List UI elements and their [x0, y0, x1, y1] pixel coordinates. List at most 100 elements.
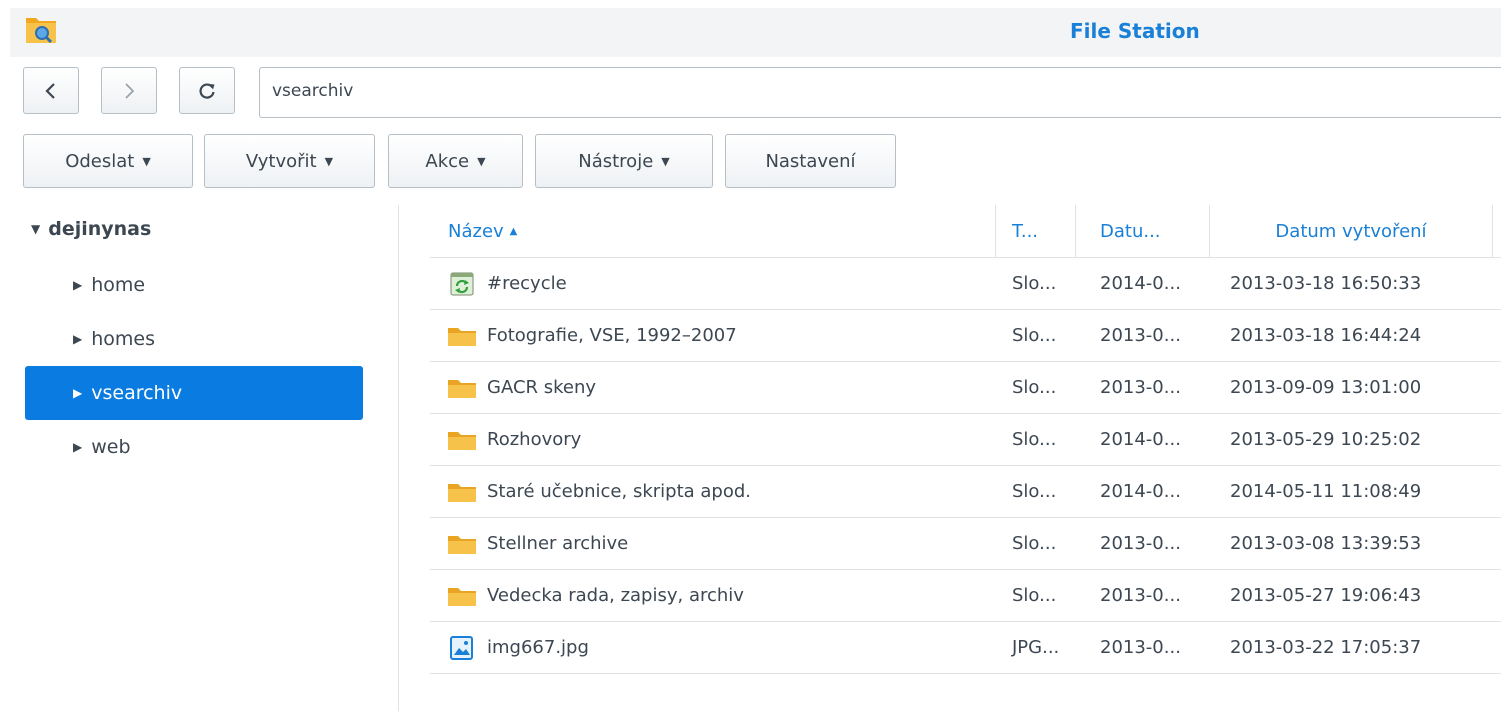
file-name: Stellner archive	[487, 533, 629, 554]
file-type: JPG...	[1012, 637, 1060, 658]
file-name: Rozhovory	[487, 429, 582, 450]
file-modified: 2013-0...	[1100, 325, 1181, 346]
collapsed-triangle-icon: ▶	[73, 440, 83, 454]
caret-down-icon: ▼	[324, 154, 334, 168]
tools-button[interactable]: Nástroje ▼	[535, 134, 713, 188]
file-type: Slo...	[1012, 273, 1057, 294]
table-row[interactable]: img667.jpg JPG... 2013-0... 2013-03-22 1…	[430, 622, 1501, 674]
folder-icon	[448, 536, 476, 554]
folder-icon	[448, 484, 476, 502]
settings-button[interactable]: Nastavení	[725, 134, 896, 188]
file-name: GACR skeny	[487, 377, 597, 398]
file-modified: 2014-0...	[1100, 429, 1181, 450]
refresh-button[interactable]	[179, 67, 235, 114]
file-name: img667.jpg	[487, 637, 589, 658]
file-name: #recycle	[487, 273, 567, 294]
folder-icon	[448, 432, 476, 450]
file-type: Slo...	[1012, 481, 1057, 502]
sidebar-root-label: dejinynas	[48, 218, 152, 240]
column-header-type[interactable]: T...	[1012, 205, 1072, 257]
file-type: Slo...	[1012, 325, 1057, 346]
sort-ascending-icon: ▲	[509, 225, 518, 237]
file-created: 2013-03-18 16:50:33	[1230, 273, 1422, 294]
file-modified: 2013-0...	[1100, 377, 1181, 398]
sidebar-item-web[interactable]: ▶ web	[25, 420, 363, 474]
sidebar-item-label: vsearchiv	[91, 382, 183, 404]
back-button[interactable]	[23, 67, 79, 114]
upload-label: Odeslat	[65, 150, 135, 172]
action-label: Akce	[425, 150, 470, 172]
folder-icon	[448, 380, 476, 398]
file-modified: 2013-0...	[1100, 637, 1181, 658]
sidebar-item-label: homes	[91, 328, 155, 350]
table-row[interactable]: Stellner archive Slo... 2013-0... 2013-0…	[430, 518, 1501, 570]
column-header-label: T...	[1012, 220, 1039, 242]
caret-down-icon: ▼	[142, 154, 151, 168]
sidebar-item-homes[interactable]: ▶ homes	[25, 312, 363, 366]
forward-button[interactable]	[101, 67, 157, 114]
file-name: Staré učebnice, skripta apod.	[487, 481, 751, 502]
sidebar-item-home[interactable]: ▶ home	[25, 258, 363, 312]
file-type: Slo...	[1012, 377, 1057, 398]
file-created: 2013-03-08 13:39:53	[1230, 533, 1422, 554]
file-created: 2013-09-09 13:01:00	[1230, 377, 1422, 398]
column-header-modified[interactable]: Datu...	[1100, 205, 1200, 257]
file-created: 2014-05-11 11:08:49	[1230, 481, 1422, 502]
table-row[interactable]: Fotografie, VSE, 1992–2007 Slo... 2013-0…	[430, 310, 1501, 362]
create-label: Vytvořit	[245, 150, 317, 172]
file-modified: 2014-0...	[1100, 273, 1181, 294]
path-bar[interactable]	[259, 67, 1501, 118]
file-type: Slo...	[1012, 585, 1057, 606]
chevron-left-icon	[45, 82, 55, 99]
file-name: Fotografie, VSE, 1992–2007	[487, 325, 737, 346]
image-file-icon	[450, 636, 473, 660]
file-type: Slo...	[1012, 429, 1057, 450]
sidebar-root[interactable]: ▼ dejinynas	[31, 218, 151, 240]
create-button[interactable]: Vytvořit ▼	[204, 134, 375, 188]
file-name: Vedecka rada, zapisy, archiv	[487, 585, 744, 606]
title-bar: File Station	[10, 8, 1501, 57]
folder-icon	[448, 328, 476, 346]
collapsed-triangle-icon: ▶	[73, 386, 83, 400]
column-divider[interactable]	[995, 205, 996, 257]
sidebar-item-label: home	[91, 274, 146, 296]
action-button[interactable]: Akce ▼	[388, 134, 523, 188]
caret-down-icon: ▼	[477, 154, 486, 168]
column-header-label: Datu...	[1100, 220, 1161, 242]
column-header-created[interactable]: Datum vytvoření	[1210, 205, 1492, 257]
column-header-label: Název	[448, 220, 504, 242]
column-header-name[interactable]: Název ▲	[448, 205, 988, 257]
collapsed-triangle-icon: ▶	[73, 278, 83, 292]
table-row[interactable]: #recycle Slo... 2014-0... 2013-03-18 16:…	[430, 258, 1501, 310]
settings-label: Nastavení	[765, 150, 856, 172]
path-input[interactable]	[272, 81, 1472, 101]
table-row[interactable]: Vedecka rada, zapisy, archiv Slo... 2013…	[430, 570, 1501, 622]
file-created: 2013-03-18 16:44:24	[1230, 325, 1422, 346]
sidebar-item-label: web	[91, 436, 131, 458]
window-title: File Station	[1070, 19, 1200, 43]
collapsed-triangle-icon: ▶	[73, 332, 83, 346]
file-created: 2013-03-22 17:05:37	[1230, 637, 1422, 658]
upload-button[interactable]: Odeslat ▼	[23, 134, 193, 188]
expanded-triangle-icon: ▼	[31, 222, 41, 236]
column-divider[interactable]	[1075, 205, 1076, 257]
file-station-icon	[26, 18, 56, 44]
file-type: Slo...	[1012, 533, 1057, 554]
panel-splitter[interactable]	[398, 205, 399, 711]
file-modified: 2013-0...	[1100, 585, 1181, 606]
refresh-icon	[199, 82, 215, 99]
column-divider[interactable]	[1492, 205, 1493, 257]
file-modified: 2013-0...	[1100, 533, 1181, 554]
table-row[interactable]: Staré učebnice, skripta apod. Slo... 201…	[430, 466, 1501, 518]
chevron-right-icon	[125, 82, 135, 99]
table-row[interactable]: GACR skeny Slo... 2013-0... 2013-09-09 1…	[430, 362, 1501, 414]
table-row[interactable]: Rozhovory Slo... 2014-0... 2013-05-29 10…	[430, 414, 1501, 466]
folder-icon	[448, 588, 476, 606]
sidebar-item-vsearchiv[interactable]: ▶ vsearchiv	[25, 366, 363, 420]
tools-label: Nástroje	[578, 150, 654, 172]
file-created: 2013-05-27 19:06:43	[1230, 585, 1422, 606]
table-header: Název ▲ T... Datu... Datum vytvoření	[430, 205, 1501, 258]
caret-down-icon: ▼	[661, 154, 670, 168]
file-modified: 2014-0...	[1100, 481, 1181, 502]
file-created: 2013-05-29 10:25:02	[1230, 429, 1422, 450]
